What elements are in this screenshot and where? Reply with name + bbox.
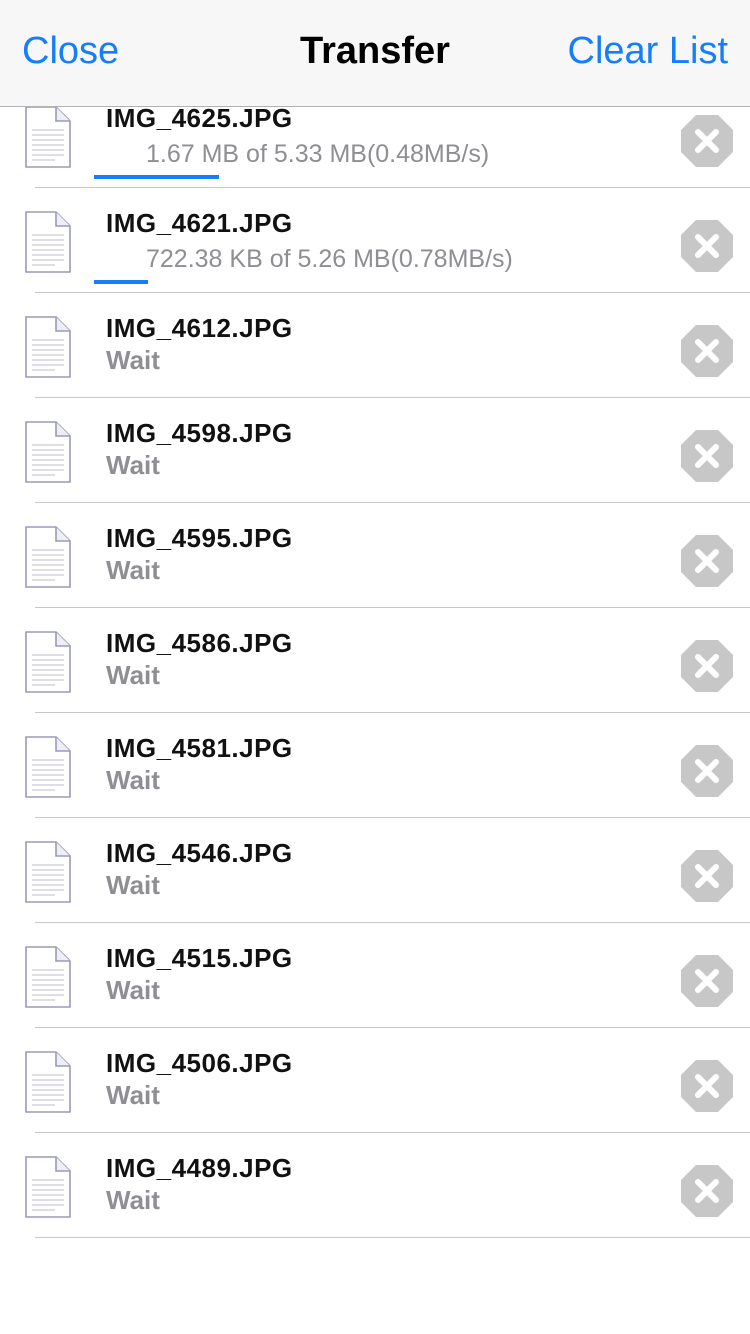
document-icon bbox=[25, 1051, 71, 1113]
cancel-icon[interactable] bbox=[680, 639, 734, 693]
progress-fill bbox=[94, 175, 220, 179]
document-icon bbox=[25, 526, 71, 588]
cancel-icon[interactable] bbox=[680, 1059, 734, 1113]
transfer-row[interactable]: IMG_4581.JPG Wait bbox=[0, 713, 750, 818]
cancel-icon[interactable] bbox=[680, 849, 734, 903]
file-name: IMG_4625.JPG bbox=[106, 103, 293, 133]
transfer-status: Wait bbox=[106, 870, 160, 900]
document-icon bbox=[25, 421, 71, 483]
document-icon bbox=[25, 106, 71, 168]
document-icon bbox=[25, 736, 71, 798]
file-name: IMG_4506.JPG bbox=[106, 1048, 293, 1078]
transfer-row[interactable]: IMG_4598.JPG Wait bbox=[0, 398, 750, 503]
document-icon bbox=[25, 316, 71, 378]
transfer-row[interactable]: IMG_4586.JPG Wait bbox=[0, 608, 750, 713]
transfer-status: Wait bbox=[106, 660, 160, 690]
cancel-icon[interactable] bbox=[680, 324, 734, 378]
clear-list-button[interactable]: Clear List bbox=[568, 30, 729, 73]
transfer-status: Wait bbox=[106, 555, 160, 585]
transfer-status: Wait bbox=[106, 1185, 160, 1215]
transfer-row[interactable]: IMG_4546.JPG Wait bbox=[0, 818, 750, 923]
transfer-status: Wait bbox=[106, 345, 160, 375]
transfer-progress-text: 1.67 MB of 5.33 MB(0.48MB/s) bbox=[146, 140, 490, 168]
transfer-row[interactable]: IMG_4515.JPG Wait bbox=[0, 923, 750, 1028]
transfer-status: Wait bbox=[106, 450, 160, 480]
document-icon bbox=[25, 631, 71, 693]
document-icon bbox=[25, 1156, 71, 1218]
cancel-icon[interactable] bbox=[680, 744, 734, 798]
navigation-bar: Close Transfer Clear List bbox=[0, 0, 750, 107]
file-name: IMG_4546.JPG bbox=[106, 838, 293, 868]
cancel-icon[interactable] bbox=[680, 534, 734, 588]
cancel-icon[interactable] bbox=[680, 219, 734, 273]
cancel-icon[interactable] bbox=[680, 114, 734, 168]
file-name: IMG_4515.JPG bbox=[106, 943, 293, 973]
progress-bar bbox=[94, 280, 494, 284]
file-name: IMG_4612.JPG bbox=[106, 313, 293, 343]
transfer-row[interactable]: IMG_4506.JPG Wait bbox=[0, 1028, 750, 1133]
progress-bar bbox=[94, 175, 494, 179]
file-name: IMG_4598.JPG bbox=[106, 418, 293, 448]
document-icon bbox=[25, 211, 71, 273]
cancel-icon[interactable] bbox=[680, 429, 734, 483]
transfer-status: Wait bbox=[106, 765, 160, 795]
transfer-row[interactable]: IMG_4612.JPG Wait bbox=[0, 293, 750, 398]
transfer-row[interactable]: IMG_4489.JPG Wait bbox=[0, 1133, 750, 1238]
file-name: IMG_4586.JPG bbox=[106, 628, 293, 658]
cancel-icon[interactable] bbox=[680, 954, 734, 1008]
file-name: IMG_4621.JPG bbox=[106, 208, 293, 238]
transfer-progress-text: 722.38 KB of 5.26 MB(0.78MB/s) bbox=[146, 245, 513, 273]
cancel-icon[interactable] bbox=[680, 1164, 734, 1218]
progress-fill bbox=[94, 280, 148, 284]
file-name: IMG_4595.JPG bbox=[106, 523, 293, 553]
file-name: IMG_4489.JPG bbox=[106, 1153, 293, 1183]
transfer-screen: Close Transfer Clear List IMG_4639.JPG12… bbox=[0, 0, 750, 1334]
file-name: IMG_4581.JPG bbox=[106, 733, 293, 763]
transfer-status: Wait bbox=[106, 975, 160, 1005]
document-icon bbox=[25, 841, 71, 903]
document-icon bbox=[25, 946, 71, 1008]
row-separator bbox=[35, 1237, 750, 1238]
transfer-list[interactable]: IMG_4639.JPG12.24 MB of 17.36 MB(1.71MB/… bbox=[0, 0, 750, 1238]
transfer-row[interactable]: IMG_4595.JPG Wait bbox=[0, 503, 750, 608]
transfer-row[interactable]: IMG_4621.JPG 722.38 KB of 5.26 MB(0.78MB/… bbox=[0, 188, 750, 293]
transfer-status: Wait bbox=[106, 1080, 160, 1110]
